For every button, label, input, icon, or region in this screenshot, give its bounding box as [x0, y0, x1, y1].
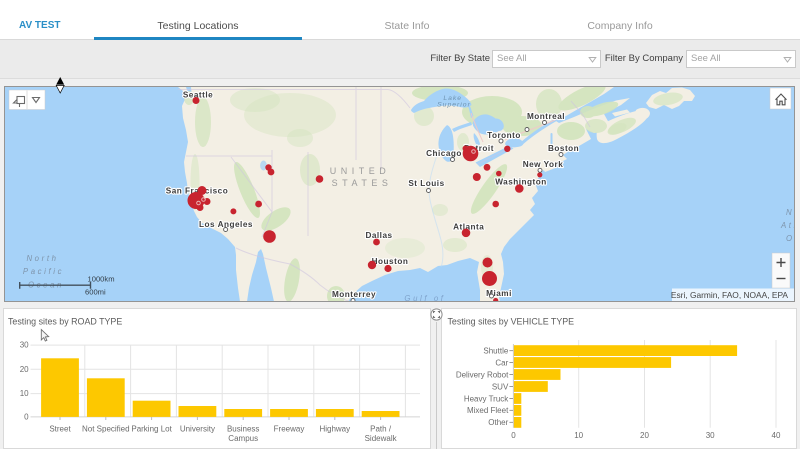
svg-text:Boston: Boston [548, 144, 579, 153]
svg-text:Business: Business [227, 425, 259, 434]
svg-text:600mi: 600mi [85, 288, 106, 297]
svg-text:Heavy Truck: Heavy Truck [464, 394, 509, 403]
svg-text:Delivery Robot: Delivery Robot [456, 370, 509, 379]
svg-text:40: 40 [772, 431, 781, 440]
svg-text:Not Specified: Not Specified [82, 425, 130, 434]
svg-text:N: N [786, 208, 794, 217]
svg-text:20: 20 [20, 365, 29, 374]
svg-text:Testing sites by VEHICLE TYPE: Testing sites by VEHICLE TYPE [448, 317, 575, 327]
svg-text:Car: Car [495, 358, 508, 367]
svg-text:Toronto: Toronto [487, 131, 521, 140]
svg-text:New York: New York [523, 160, 564, 169]
svg-text:Mixed Fleet: Mixed Fleet [467, 406, 509, 415]
svg-text:1000km: 1000km [88, 275, 115, 284]
svg-text:Houston: Houston [372, 257, 409, 266]
svg-text:Sidewalk: Sidewalk [365, 434, 398, 443]
svg-text:Atl: Atl [780, 221, 794, 230]
svg-text:10: 10 [574, 431, 583, 440]
svg-text:Dallas: Dallas [365, 231, 392, 240]
svg-text:Gulf of: Gulf of [404, 294, 445, 301]
svg-text:Monterrey: Monterrey [332, 290, 376, 299]
svg-text:Freeway: Freeway [274, 425, 305, 434]
svg-text:Campus: Campus [228, 434, 258, 443]
svg-text:SUV: SUV [492, 382, 509, 391]
svg-text:Pacific: Pacific [23, 267, 64, 276]
svg-text:Esri, Garmin, FAO, NOAA, EPA: Esri, Garmin, FAO, NOAA, EPA [671, 290, 789, 300]
svg-text:Montreal: Montreal [527, 112, 565, 121]
svg-text:10: 10 [20, 389, 29, 398]
svg-text:Shuttle: Shuttle [483, 346, 508, 355]
svg-text:Testing sites by ROAD TYPE: Testing sites by ROAD TYPE [8, 317, 122, 327]
svg-text:University: University [180, 425, 215, 434]
svg-text:0: 0 [24, 413, 29, 422]
svg-text:STATES: STATES [332, 178, 393, 188]
svg-text:Street: Street [49, 425, 71, 434]
svg-text:North: North [26, 254, 58, 263]
svg-text:30: 30 [706, 431, 715, 440]
svg-text:UNITED: UNITED [330, 166, 391, 176]
svg-text:Superior: Superior [437, 102, 471, 109]
svg-text:Highway: Highway [319, 425, 350, 434]
svg-text:20: 20 [640, 431, 649, 440]
svg-text:Chicago: Chicago [426, 149, 462, 158]
svg-text:O: O [786, 234, 794, 243]
svg-text:0: 0 [511, 431, 516, 440]
svg-text:30: 30 [20, 341, 29, 350]
svg-text:Parking Lot: Parking Lot [131, 425, 172, 434]
svg-text:Other: Other [488, 418, 508, 427]
svg-text:Path /: Path / [370, 425, 392, 434]
svg-text:St Louis: St Louis [408, 179, 444, 188]
